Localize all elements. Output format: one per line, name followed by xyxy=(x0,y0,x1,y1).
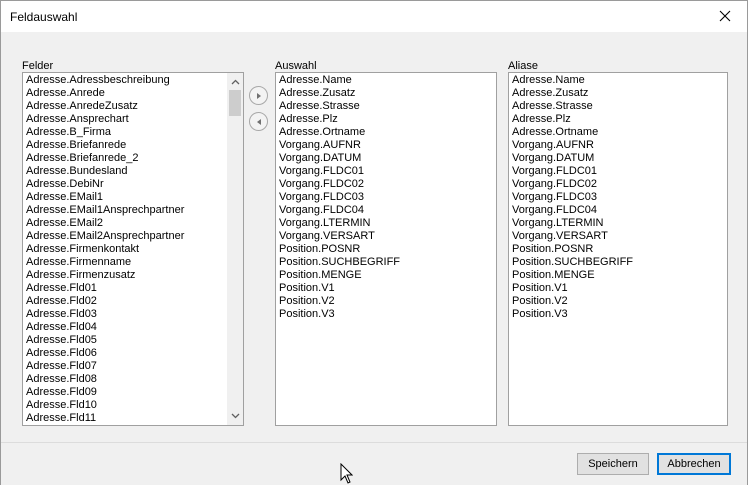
arrow-left-circle-icon xyxy=(256,118,261,125)
felder-list-item[interactable]: Adresse.Firmenname xyxy=(26,256,243,269)
close-button[interactable] xyxy=(707,3,743,29)
auswahl-list-item[interactable]: Position.MENGE xyxy=(279,269,496,282)
felder-list-item[interactable]: Adresse.Anrede xyxy=(26,87,243,100)
aliase-label: Aliase xyxy=(508,60,538,72)
felder-list-item[interactable]: Adresse.Fld04 xyxy=(26,321,243,334)
auswahl-list-item[interactable]: Vorgang.AUFNR xyxy=(279,139,496,152)
aliase-list-item[interactable]: Vorgang.FLDC03 xyxy=(512,191,727,204)
felder-list-item[interactable]: Adresse.Adressbeschreibung xyxy=(26,74,243,87)
felder-list-item[interactable]: Adresse.EMail2Ansprechpartner xyxy=(26,230,243,243)
felder-list-item[interactable]: Adresse.DebiNr xyxy=(26,178,243,191)
aliase-list-item[interactable]: Adresse.Zusatz xyxy=(512,87,727,100)
aliase-list-item[interactable]: Position.SUCHBEGRIFF xyxy=(512,256,727,269)
auswahl-list-item[interactable]: Adresse.Zusatz xyxy=(279,87,496,100)
felder-list-item[interactable]: Adresse.Fld09 xyxy=(26,386,243,399)
felder-list-item[interactable]: Adresse.Fld07 xyxy=(26,360,243,373)
scroll-thumb[interactable] xyxy=(229,90,241,116)
close-icon xyxy=(719,10,731,22)
felder-list-item[interactable]: Adresse.Fld08 xyxy=(26,373,243,386)
felder-list-item[interactable]: Adresse.Fld11 xyxy=(26,412,243,425)
auswahl-list-item[interactable]: Adresse.Strasse xyxy=(279,100,496,113)
aliase-list-item[interactable]: Position.POSNR xyxy=(512,243,727,256)
aliase-list-item[interactable]: Vorgang.FLDC02 xyxy=(512,178,727,191)
felder-list-item[interactable]: Adresse.Firmenkontakt xyxy=(26,243,243,256)
aliase-list-item[interactable]: Position.MENGE xyxy=(512,269,727,282)
aliase-list-item[interactable]: Vorgang.FLDC01 xyxy=(512,165,727,178)
auswahl-list-item[interactable]: Vorgang.FLDC02 xyxy=(279,178,496,191)
arrow-right-circle-icon xyxy=(256,92,261,99)
aliase-list-item[interactable]: Vorgang.DATUM xyxy=(512,152,727,165)
feldauswahl-dialog: Feldauswahl Felder Auswahl Aliase Adress… xyxy=(0,0,748,485)
title-bar: Feldauswahl xyxy=(1,1,747,32)
chevron-up-icon xyxy=(231,79,239,85)
felder-list-item[interactable]: Adresse.Fld06 xyxy=(26,347,243,360)
auswahl-list[interactable]: Adresse.Name Adresse.Zusatz Adresse.Strass… xyxy=(275,72,497,426)
felder-list-item[interactable]: Adresse.Bundesland xyxy=(26,165,243,178)
auswahl-list-item[interactable]: Position.POSNR xyxy=(279,243,496,256)
auswahl-list-item[interactable]: Vorgang.DATUM xyxy=(279,152,496,165)
felder-list-item[interactable]: Adresse.B_Firma xyxy=(26,126,243,139)
felder-list-item[interactable]: Adresse.EMail1 xyxy=(26,191,243,204)
window-title: Feldauswahl xyxy=(10,10,78,24)
auswahl-list-item[interactable]: Position.V1 xyxy=(279,282,496,295)
aliase-list[interactable]: Adresse.Name Adresse.Zusatz Adresse.Strass… xyxy=(508,72,728,426)
aliase-list-item[interactable]: Adresse.Ortname xyxy=(512,126,727,139)
auswahl-list-item[interactable]: Adresse.Ortname xyxy=(279,126,496,139)
aliase-items: Adresse.Name Adresse.Zusatz Adresse.Strass… xyxy=(509,73,727,321)
cancel-button[interactable]: Abbrechen xyxy=(657,453,731,475)
felder-list-item[interactable]: Adresse.Fld05 xyxy=(26,334,243,347)
aliase-list-item[interactable]: Adresse.Strasse xyxy=(512,100,727,113)
felder-label: Felder xyxy=(22,60,54,72)
felder-list-item[interactable]: Adresse.Briefanrede xyxy=(26,139,243,152)
felder-list-item[interactable]: Adresse.Briefanrede_2 xyxy=(26,152,243,165)
aliase-list-item[interactable]: Position.V2 xyxy=(512,295,727,308)
scroll-down-button[interactable] xyxy=(227,408,243,424)
mouse-pointer-icon xyxy=(340,463,353,484)
felder-list-item[interactable]: Adresse.Fld10 xyxy=(26,399,243,412)
felder-list[interactable]: Adresse.Adressbeschreibung Adresse.Anrede… xyxy=(22,72,244,426)
button-bar: Speichern Abbrechen xyxy=(1,442,747,485)
auswahl-list-item[interactable]: Vorgang.VERSART xyxy=(279,230,496,243)
auswahl-list-item[interactable]: Adresse.Plz xyxy=(279,113,496,126)
felder-scrollbar[interactable] xyxy=(227,73,243,425)
remove-field-button[interactable] xyxy=(249,112,268,131)
aliase-list-item[interactable]: Adresse.Name xyxy=(512,74,727,87)
auswahl-list-item[interactable]: Position.SUCHBEGRIFF xyxy=(279,256,496,269)
auswahl-list-item[interactable]: Position.V2 xyxy=(279,295,496,308)
aliase-list-item[interactable]: Position.V1 xyxy=(512,282,727,295)
auswahl-items: Adresse.Name Adresse.Zusatz Adresse.Strass… xyxy=(276,73,496,321)
felder-list-item[interactable]: Adresse.Fld02 xyxy=(26,295,243,308)
felder-list-item[interactable]: Adresse.EMail1Ansprechpartner xyxy=(26,204,243,217)
auswahl-label: Auswahl xyxy=(275,60,317,72)
auswahl-list-item[interactable]: Vorgang.FLDC03 xyxy=(279,191,496,204)
felder-list-item[interactable]: Adresse.Fld03 xyxy=(26,308,243,321)
aliase-list-item[interactable]: Vorgang.AUFNR xyxy=(512,139,727,152)
aliase-list-item[interactable]: Vorgang.FLDC04 xyxy=(512,204,727,217)
auswahl-list-item[interactable]: Vorgang.FLDC01 xyxy=(279,165,496,178)
chevron-down-icon xyxy=(231,413,239,419)
felder-list-item[interactable]: Adresse.Fld01 xyxy=(26,282,243,295)
add-field-button[interactable] xyxy=(249,86,268,105)
aliase-list-item[interactable]: Position.V3 xyxy=(512,308,727,321)
auswahl-list-item[interactable]: Vorgang.LTERMIN xyxy=(279,217,496,230)
felder-list-item[interactable]: Adresse.Ansprechart xyxy=(26,113,243,126)
felder-list-item[interactable]: Adresse.EMail2 xyxy=(26,217,243,230)
save-button[interactable]: Speichern xyxy=(577,453,649,475)
aliase-list-item[interactable]: Vorgang.VERSART xyxy=(512,230,727,243)
felder-items: Adresse.Adressbeschreibung Adresse.Anrede… xyxy=(23,73,243,425)
auswahl-list-item[interactable]: Adresse.Name xyxy=(279,74,496,87)
auswahl-list-item[interactable]: Vorgang.FLDC04 xyxy=(279,204,496,217)
felder-list-item[interactable]: Adresse.AnredeZusatz xyxy=(26,100,243,113)
auswahl-list-item[interactable]: Position.V3 xyxy=(279,308,496,321)
felder-list-item[interactable]: Adresse.Firmenzusatz xyxy=(26,269,243,282)
scroll-up-button[interactable] xyxy=(227,74,243,90)
aliase-list-item[interactable]: Vorgang.LTERMIN xyxy=(512,217,727,230)
aliase-list-item[interactable]: Adresse.Plz xyxy=(512,113,727,126)
